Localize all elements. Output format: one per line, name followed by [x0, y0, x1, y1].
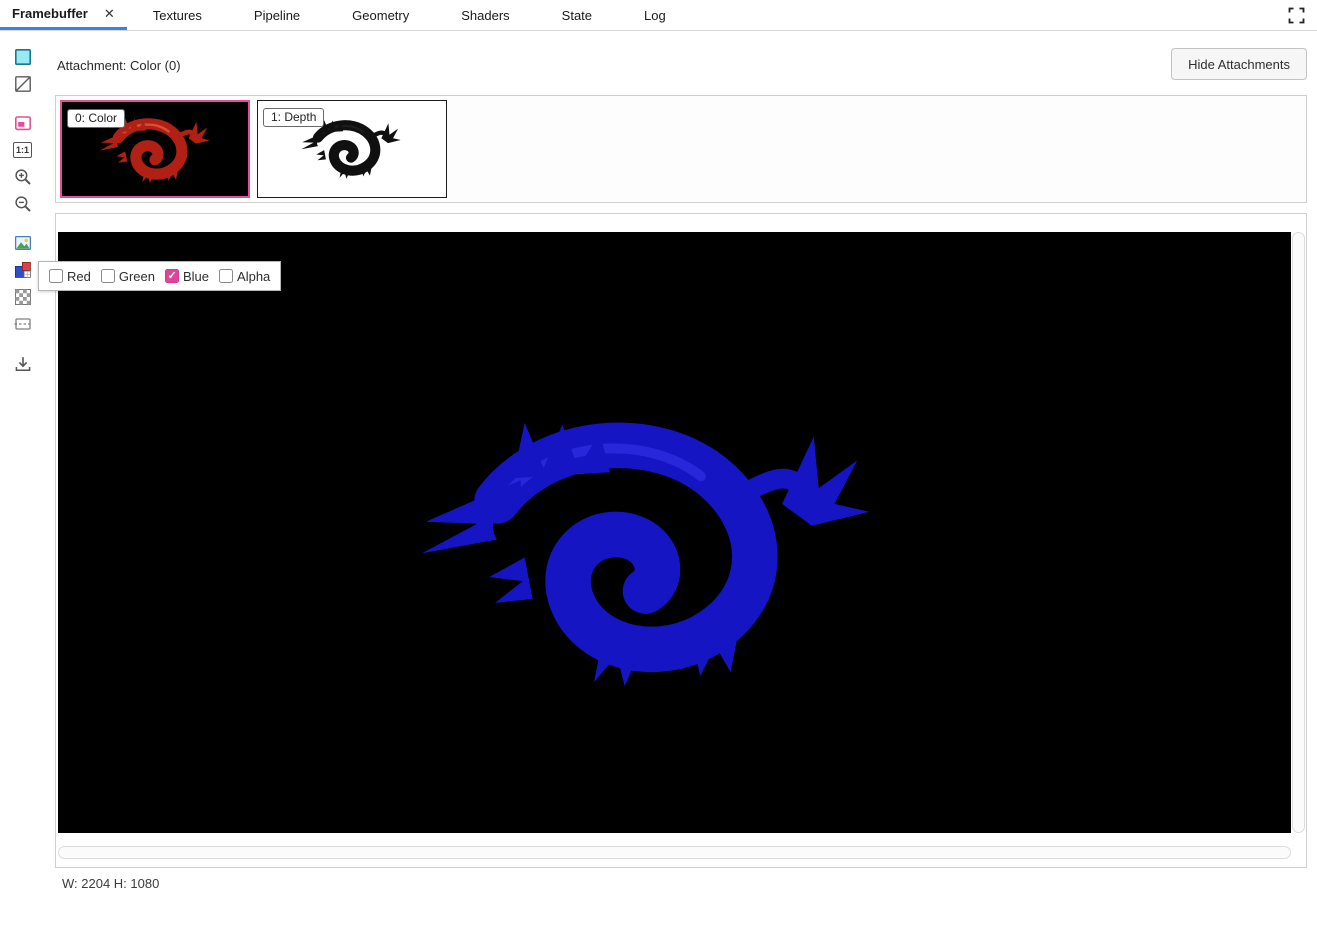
- tab-bar: Framebuffer ✕ Textures Pipeline Geometry…: [0, 0, 1317, 31]
- channel-label: Blue: [183, 269, 209, 284]
- attachment-label-chip: 1: Depth: [263, 108, 324, 127]
- zoom-out-icon[interactable]: [11, 192, 35, 216]
- zoom-in-icon[interactable]: [11, 165, 35, 189]
- checkbox-checked-icon[interactable]: [165, 269, 179, 283]
- save-image-icon[interactable]: [11, 352, 35, 376]
- attachment-label-chip: 0: Color: [67, 109, 125, 128]
- one-to-one-icon[interactable]: 1:1: [11, 138, 35, 162]
- image-size-status: W: 2204 H: 1080: [62, 876, 159, 891]
- show-image-icon[interactable]: [11, 231, 35, 255]
- left-toolbar: 1:1: [0, 31, 45, 929]
- tab-framebuffer[interactable]: Framebuffer ✕: [0, 0, 127, 30]
- channel-label: Red: [67, 269, 91, 284]
- tab-state[interactable]: State: [536, 0, 618, 30]
- hide-attachments-button[interactable]: Hide Attachments: [1171, 48, 1307, 80]
- attachment-header-label: Attachment: Color (0): [57, 58, 181, 73]
- channel-blue-checkbox[interactable]: Blue: [165, 269, 209, 284]
- background-color-swatch-icon[interactable]: [11, 45, 35, 69]
- alpha-checkerboard-icon[interactable]: [11, 285, 35, 309]
- attachments-panel: 0: Color 1: Depth: [55, 95, 1307, 203]
- fullscreen-icon[interactable]: [1286, 5, 1306, 25]
- framebuffer-viewport: [55, 213, 1307, 868]
- checkbox-icon[interactable]: [219, 269, 233, 283]
- one-to-one-label: 1:1: [13, 142, 32, 158]
- checkbox-icon[interactable]: [101, 269, 115, 283]
- channel-green-checkbox[interactable]: Green: [101, 269, 155, 284]
- channel-toolbar: Red Green Blue Alpha: [38, 261, 281, 291]
- fit-to-window-icon[interactable]: [11, 111, 35, 135]
- channel-label: Alpha: [237, 269, 270, 284]
- attachment-thumbnail-depth[interactable]: 1: Depth: [257, 100, 447, 198]
- no-background-icon[interactable]: [11, 72, 35, 96]
- framebuffer-canvas[interactable]: [58, 232, 1291, 833]
- vertical-scrollbar[interactable]: [1292, 232, 1305, 833]
- flip-vertical-icon[interactable]: [11, 312, 35, 336]
- channel-label: Green: [119, 269, 155, 284]
- attachment-thumbnail-color[interactable]: 0: Color: [60, 100, 250, 198]
- tab-pipeline[interactable]: Pipeline: [228, 0, 326, 30]
- tab-label: Framebuffer: [12, 6, 88, 21]
- channel-red-checkbox[interactable]: Red: [49, 269, 91, 284]
- channel-alpha-checkbox[interactable]: Alpha: [219, 269, 270, 284]
- tab-log[interactable]: Log: [618, 0, 692, 30]
- close-icon[interactable]: ✕: [104, 7, 115, 20]
- checkbox-icon[interactable]: [49, 269, 63, 283]
- tab-geometry[interactable]: Geometry: [326, 0, 435, 30]
- horizontal-scrollbar[interactable]: [58, 846, 1291, 859]
- channels-icon[interactable]: [11, 258, 35, 282]
- tab-shaders[interactable]: Shaders: [435, 0, 535, 30]
- framebuffer-image: [398, 377, 893, 714]
- tab-textures[interactable]: Textures: [127, 0, 228, 30]
